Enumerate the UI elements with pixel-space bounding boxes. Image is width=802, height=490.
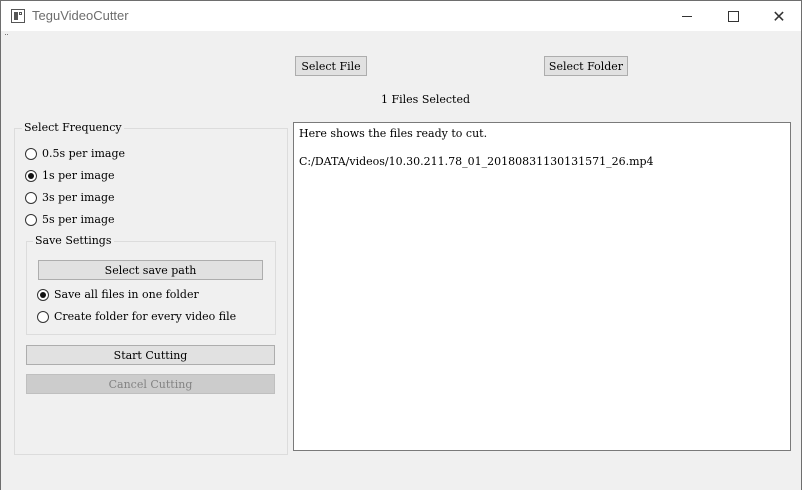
radio-button[interactable] xyxy=(37,310,49,323)
frequency-option-3s[interactable]: 3s per image xyxy=(25,191,115,204)
radio-button[interactable] xyxy=(25,213,37,226)
close-icon: ✕ xyxy=(772,6,786,26)
select-save-path-button[interactable]: Select save path xyxy=(38,260,263,280)
file-list-item: C:/DATA/videos/10.30.211.78_01_201808311… xyxy=(299,155,654,168)
save-option-folder-per-video[interactable]: Create folder for every video file xyxy=(37,310,236,323)
start-cutting-button[interactable]: Start Cutting xyxy=(26,345,275,365)
window-title: TeguVideoCutter xyxy=(32,8,129,23)
select-file-button[interactable]: Select File xyxy=(295,56,367,76)
frequency-option-5s[interactable]: 5s per image xyxy=(25,213,115,226)
radio-label: 1s per image xyxy=(42,169,115,182)
app-icon xyxy=(11,9,25,23)
maximize-icon xyxy=(727,11,739,22)
close-button[interactable]: ✕ xyxy=(756,1,802,32)
files-selected-status: 1 Files Selected xyxy=(381,93,471,106)
radio-button-checked[interactable] xyxy=(37,288,49,301)
cancel-cutting-button: Cancel Cutting xyxy=(26,374,275,394)
file-list-header: Here shows the files ready to cut. xyxy=(299,127,488,140)
frequency-option-0-5s[interactable]: 0.5s per image xyxy=(25,147,125,160)
radio-label: 5s per image xyxy=(42,213,115,226)
frequency-option-1s[interactable]: 1s per image xyxy=(25,169,115,182)
save-option-one-folder[interactable]: Save all files in one folder xyxy=(37,288,199,301)
frequency-group-title: Select Frequency xyxy=(22,121,124,134)
radio-label: 3s per image xyxy=(42,191,115,204)
radio-label: Create folder for every video file xyxy=(54,310,237,323)
radio-label: Save all files in one folder xyxy=(54,288,199,301)
radio-button[interactable] xyxy=(25,191,37,204)
title-bar[interactable]: TeguVideoCutter ✕ xyxy=(0,0,802,31)
minimize-icon xyxy=(682,16,692,17)
maximize-button[interactable] xyxy=(710,1,756,32)
menu-grip xyxy=(5,34,8,38)
radio-label: 0.5s per image xyxy=(42,147,125,160)
file-list-textarea[interactable]: Here shows the files ready to cut. C:/DA… xyxy=(293,122,791,451)
radio-button-checked[interactable] xyxy=(25,169,37,182)
select-folder-button[interactable]: Select Folder xyxy=(544,56,628,76)
minimize-button[interactable] xyxy=(664,1,710,32)
radio-button[interactable] xyxy=(25,147,37,160)
save-settings-group-title: Save Settings xyxy=(33,234,114,247)
